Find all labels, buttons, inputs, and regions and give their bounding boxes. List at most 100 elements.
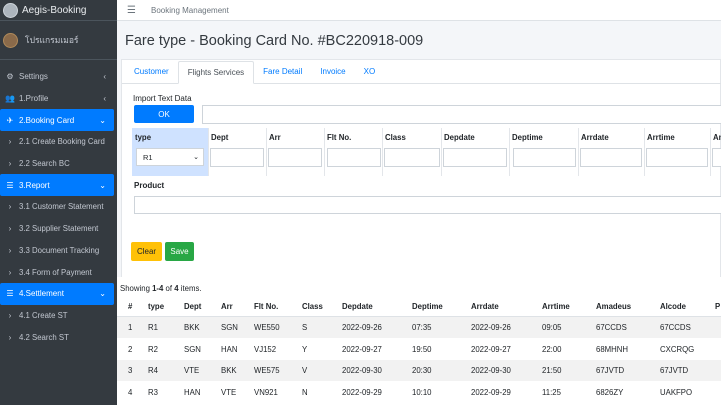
tab-customer[interactable]: Customer bbox=[125, 60, 178, 83]
flt-no-input[interactable] bbox=[327, 148, 381, 167]
amadeus-input[interactable] bbox=[712, 148, 721, 167]
sidebar-item-4-2-search-st[interactable]: › 4.2 Search ST bbox=[0, 326, 114, 348]
type-select[interactable]: R1 ⌄ bbox=[136, 148, 204, 166]
sidebar-item-label: 3.Report bbox=[19, 180, 50, 190]
brand-logo bbox=[3, 2, 18, 18]
table-header-cell[interactable]: Alcode bbox=[660, 296, 686, 317]
table-header-cell[interactable]: Class bbox=[302, 296, 323, 317]
table-header-cell[interactable]: Arr bbox=[221, 296, 233, 317]
chevron-down-icon: ⌄ bbox=[193, 154, 199, 161]
table-cell: 20:30 bbox=[412, 366, 432, 375]
list-icon: ☰ bbox=[6, 289, 14, 299]
tab-flights-services[interactable]: Flights Services bbox=[177, 61, 255, 84]
dept-input[interactable] bbox=[210, 148, 264, 167]
depdate-input[interactable] bbox=[443, 148, 507, 167]
sidebar-item-settings[interactable]: ⚙ Settings ‹ bbox=[0, 66, 114, 88]
column-header-deptime: Deptime bbox=[512, 133, 543, 142]
table-header-cell[interactable]: Deptime bbox=[412, 296, 443, 317]
import-text-input[interactable] bbox=[202, 105, 721, 124]
sidebar-item-label: 2.2 Search BC bbox=[19, 159, 70, 169]
column-header-amadeus: Am bbox=[713, 133, 721, 142]
table-cell: HAN bbox=[184, 387, 201, 397]
table-cell: 2022-09-27 bbox=[471, 344, 511, 354]
table-header-cell[interactable]: Dept bbox=[184, 296, 201, 317]
summary-suffix: items. bbox=[178, 284, 202, 293]
type-select-value: R1 bbox=[143, 153, 153, 162]
arrdate-input[interactable] bbox=[580, 148, 642, 167]
main-content: Fare type - Booking Card No. #BC220918-0… bbox=[117, 21, 721, 405]
sidebar-item-2-2-search-bc[interactable]: › 2.2 Search BC bbox=[0, 153, 114, 175]
import-text-label: Import Text Data bbox=[133, 94, 192, 103]
sidebar-item-3-1-customer-statement[interactable]: › 3.1 Customer Statement bbox=[0, 196, 114, 218]
sidebar-item-3-4-form-of-payment[interactable]: › 3.4 Form of Payment bbox=[0, 261, 114, 283]
table-cell: 2022-09-27 bbox=[342, 344, 382, 354]
sidebar-item-2-booking-card[interactable]: ✈ 2.Booking Card ⌄ bbox=[0, 109, 114, 132]
chevron-down-icon: ⌄ bbox=[99, 115, 106, 125]
brand[interactable]: Aegis-Booking bbox=[0, 0, 117, 21]
table-header-cell[interactable]: P bbox=[715, 296, 720, 317]
table-cell: 2022-09-29 bbox=[471, 387, 511, 397]
chevron-right-icon: › bbox=[8, 159, 12, 169]
tab-fare-detail[interactable]: Fare Detail bbox=[254, 60, 311, 83]
user-panel[interactable]: โปรแกรมเมอร์ bbox=[0, 21, 117, 60]
table-header-cell[interactable]: Arrtime bbox=[542, 296, 570, 317]
breadcrumb[interactable]: Booking Management bbox=[151, 6, 229, 15]
chevron-right-icon: › bbox=[8, 245, 12, 255]
product-input[interactable] bbox=[134, 196, 721, 214]
table-cell: 6826ZY bbox=[596, 387, 624, 397]
table-cell: UAKFPO bbox=[660, 387, 693, 397]
table-row[interactable]: 1 R1 BKK SGN WE550 S 2022-09-26 07:35 2022-09-26… bbox=[117, 317, 721, 338]
clear-button[interactable]: Clear bbox=[131, 242, 162, 261]
table-header-cell[interactable]: # bbox=[128, 296, 132, 317]
tab-invoice[interactable]: Invoice bbox=[311, 60, 354, 83]
class-input[interactable] bbox=[384, 148, 440, 167]
flight-entry-grid: type R1 ⌄ Dept Arr Flt No. Class Depdate… bbox=[132, 128, 721, 176]
table-cell: 2022-09-30 bbox=[342, 366, 382, 375]
table-cell: Y bbox=[302, 344, 308, 354]
table-header-cell[interactable]: Flt No. bbox=[254, 296, 278, 317]
save-button[interactable]: Save bbox=[165, 242, 194, 261]
flights-table-card: Showing 1-4 of 4 items. # type Dept Arr Flt … bbox=[117, 277, 721, 405]
table-header-cell[interactable]: Amadeus bbox=[596, 296, 631, 317]
table-cell: 07:35 bbox=[412, 323, 432, 332]
table-cell: 67JVTD bbox=[660, 366, 689, 375]
users-icon: 👥 bbox=[5, 94, 15, 104]
table-cell: SGN bbox=[184, 344, 201, 354]
user-name: โปรแกรมเมอร์ bbox=[25, 35, 79, 45]
brand-name: Aegis-Booking bbox=[22, 4, 87, 16]
sidebar-item-3-2-supplier-statement[interactable]: › 3.2 Supplier Statement bbox=[0, 218, 114, 240]
sidebar-item-2-1-create-booking-card[interactable]: › 2.1 Create Booking Card bbox=[0, 131, 114, 153]
table-cell: 2022-09-30 bbox=[471, 366, 511, 375]
top-navbar: ☰ Booking Management bbox=[117, 0, 721, 21]
sidebar: Aegis-Booking โปรแกรมเมอร์ ⚙ Settings ‹ 👥 1.… bbox=[0, 0, 117, 405]
column-header-depdate: Depdate bbox=[444, 133, 475, 142]
sidebar-item-4-1-create-st[interactable]: › 4.1 Create ST bbox=[0, 305, 114, 327]
deptime-input[interactable] bbox=[513, 148, 576, 167]
table-header-cell[interactable]: Arrdate bbox=[471, 296, 499, 317]
ok-button[interactable]: OK bbox=[134, 105, 194, 123]
table-row[interactable]: 2 R2 SGN HAN VJ152 Y 2022-09-27 19:50 2022-09-27… bbox=[117, 339, 721, 360]
sidebar-item-1-profile[interactable]: 👥 1.Profile ‹ bbox=[0, 88, 114, 110]
table-header-cell[interactable]: type bbox=[148, 296, 164, 317]
menu-toggle-icon[interactable]: ☰ bbox=[127, 5, 137, 16]
chevron-right-icon: › bbox=[8, 137, 12, 147]
plane-icon: ✈ bbox=[6, 115, 14, 125]
sidebar-item-label: 3.3 Document Tracking bbox=[19, 245, 100, 255]
table-cell: 2 bbox=[128, 344, 133, 354]
column-header-type: type bbox=[135, 133, 152, 142]
sidebar-item-3-3-document-tracking[interactable]: › 3.3 Document Tracking bbox=[0, 240, 114, 262]
table-header-cell[interactable]: Depdate bbox=[342, 296, 373, 317]
table-row[interactable]: 4 R3 HAN VTE VN921 N 2022-09-29 10:10 2022-09-29… bbox=[117, 382, 721, 403]
chevron-down-icon: ⌄ bbox=[99, 180, 106, 190]
arrtime-input[interactable] bbox=[646, 148, 708, 167]
table-cell: 67CCDS bbox=[660, 323, 691, 332]
arr-input[interactable] bbox=[268, 148, 322, 167]
summary-range: 1-4 bbox=[152, 284, 164, 293]
sidebar-item-3-report[interactable]: ☰ 3.Report ⌄ bbox=[0, 174, 114, 197]
column-header-arr: Arr bbox=[269, 133, 281, 142]
tab-xo[interactable]: XO bbox=[355, 60, 385, 83]
table-row[interactable]: 3 R4 VTE BKK WE575 V 2022-09-30 20:30 2022-09-30… bbox=[117, 360, 721, 381]
table-cell: N bbox=[302, 387, 308, 397]
sidebar-item-4-settlement[interactable]: ☰ 4.Settlement ⌄ bbox=[0, 282, 114, 305]
table-cell: 67JVTD bbox=[596, 366, 625, 375]
